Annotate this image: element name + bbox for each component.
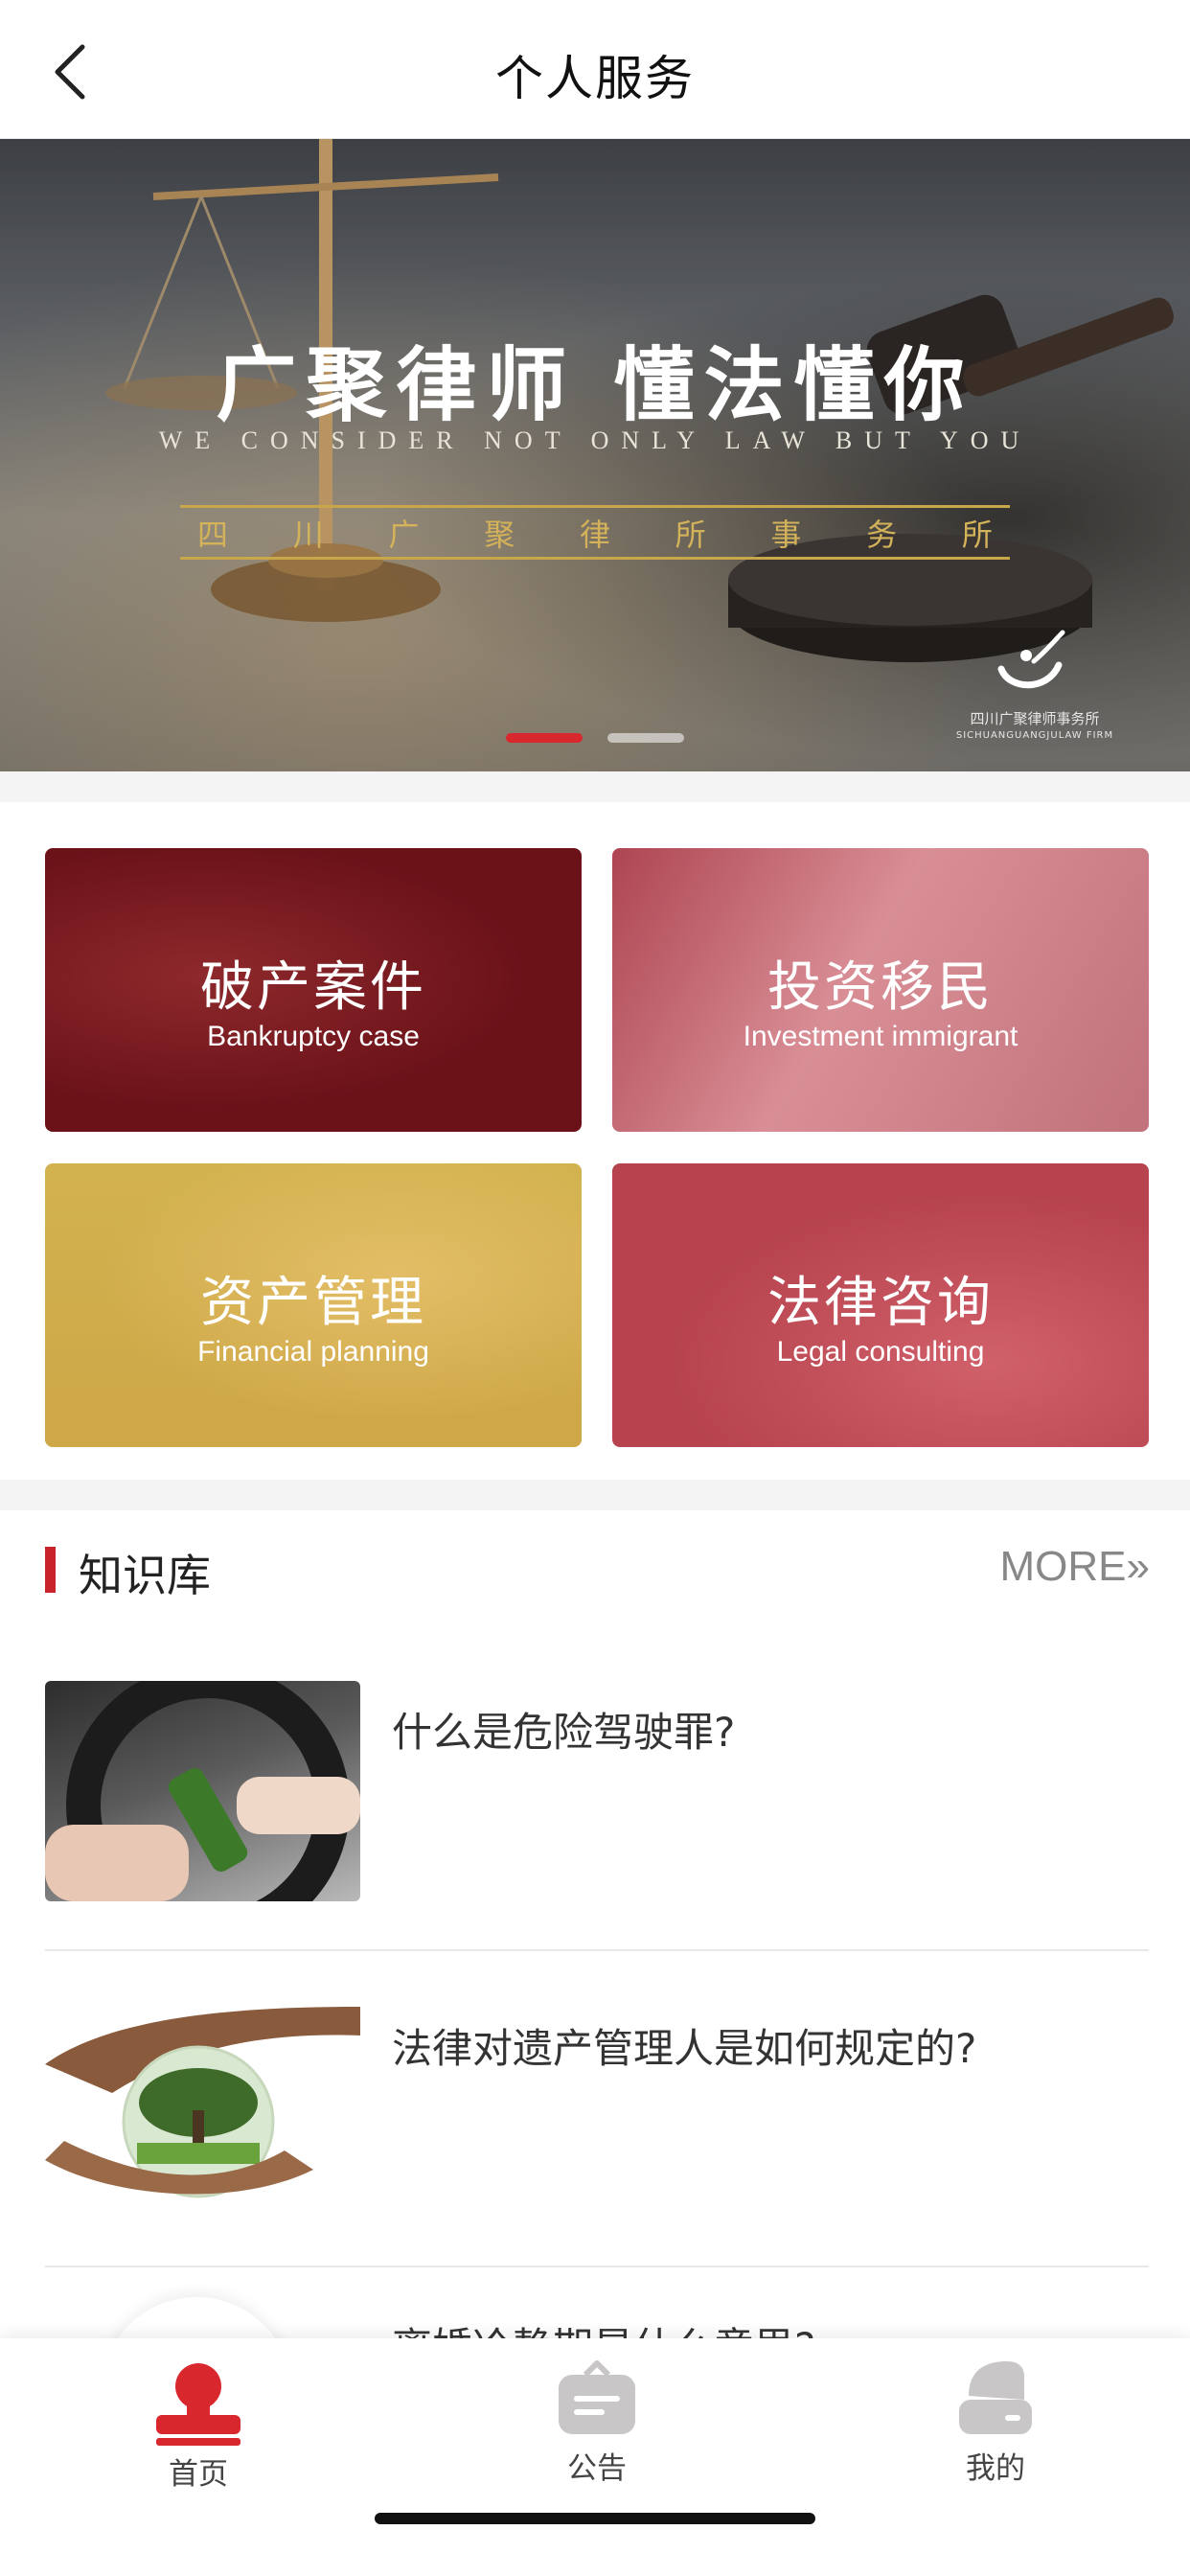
banner-headline: 广聚律师 懂法懂你 (216, 337, 974, 432)
knowledge-article-item[interactable]: 什么是危险驾驶罪? (45, 1681, 1149, 1901)
firm-char: 所 (961, 517, 993, 553)
tab-label: 公告 (567, 2451, 627, 2486)
firm-char: 事 (770, 517, 802, 553)
banner-carousel[interactable]: 广聚律师 懂法懂你 WE CONSIDER NOT ONLY LAW BUT Y… (0, 139, 1190, 771)
firm-char: 所 (675, 517, 706, 553)
section-accent-bar (45, 1547, 56, 1593)
hands-tree-globe-image (45, 2007, 360, 2198)
tab-mine[interactable]: 我的 (881, 2338, 1110, 2492)
top-nav-bar: 个人服务 (0, 0, 1190, 139)
home-indicator-bar (375, 2513, 815, 2524)
section-gap (0, 1480, 1190, 1510)
firm-char: 律 (579, 517, 610, 553)
carousel-dot[interactable] (607, 733, 684, 743)
firm-char: 川 (292, 517, 324, 553)
tab-label: 我的 (966, 2451, 1025, 2486)
firm-char: 四 (197, 517, 229, 553)
firm-char: 务 (866, 517, 898, 553)
tab-home[interactable]: 首页 (83, 2338, 313, 2492)
firm-logo-icon (997, 630, 1065, 689)
service-title: 法律咨询 (767, 1272, 994, 1334)
article-thumbnail (45, 1997, 360, 2218)
banner-firm-name: 四 川 广 聚 律 所 事 务 所 (180, 511, 1010, 555)
profile-icon (959, 2361, 1032, 2434)
firm-char: 广 (388, 517, 420, 553)
tab-notice[interactable]: 公告 (482, 2338, 712, 2492)
page-title: 个人服务 (495, 51, 695, 106)
knowledge-section-title: 知识库 (79, 1550, 211, 1601)
more-link[interactable]: MORE» (1000, 1543, 1150, 1591)
carousel-dot-active[interactable] (506, 733, 583, 743)
service-subtitle: Investment immigrant (743, 1021, 1018, 1052)
service-subtitle: Financial planning (197, 1336, 429, 1368)
service-card-financial-planning[interactable]: 资产管理 Financial planning (45, 1163, 582, 1447)
firm-line-top (180, 505, 1010, 508)
service-title: 资产管理 (200, 1272, 426, 1334)
list-divider (45, 2266, 1149, 2267)
firm-line-bottom (180, 557, 1010, 560)
tab-label: 首页 (169, 2457, 228, 2492)
bottom-tab-bar: 首页 公告 我的 (0, 2338, 1190, 2576)
article-thumbnail (45, 1681, 360, 1901)
logo-cn-text: 四川广聚律师事务所 (970, 710, 1100, 727)
section-gap (0, 771, 1190, 802)
service-card-investment-immigrant[interactable]: 投资移民 Investment immigrant (612, 848, 1149, 1132)
steering-wheel-bottle-image (45, 1681, 360, 1901)
service-subtitle: Bankruptcy case (207, 1021, 420, 1052)
knowledge-article-item[interactable]: 法律对遗产管理人是如何规定的? (45, 1997, 1149, 2218)
service-title: 破产案件 (200, 956, 426, 1019)
service-card-legal-consulting[interactable]: 法律咨询 Legal consulting (612, 1163, 1149, 1447)
carousel-indicator (0, 733, 1190, 743)
banner-tagline: WE CONSIDER NOT ONLY LAW BUT YOU (158, 426, 1032, 454)
article-title: 什么是危险驾驶罪? (392, 1709, 736, 1756)
service-title: 投资移民 (767, 956, 994, 1019)
home-stamp-icon (156, 2363, 240, 2446)
service-subtitle: Legal consulting (776, 1336, 985, 1368)
service-card-bankruptcy[interactable]: 破产案件 Bankruptcy case (45, 848, 582, 1132)
firm-char: 聚 (484, 517, 515, 553)
article-title: 法律对遗产管理人是如何规定的? (392, 2025, 977, 2072)
list-divider (45, 1949, 1149, 1951)
notice-bag-icon (559, 2360, 635, 2434)
